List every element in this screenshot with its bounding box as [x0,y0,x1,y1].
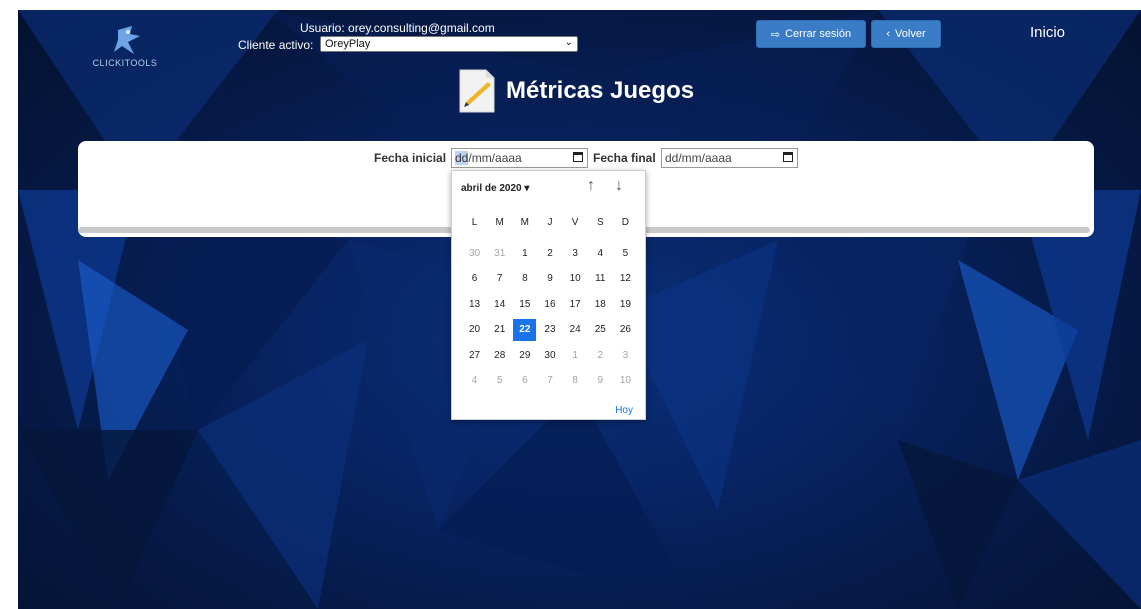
calendar-day[interactable]: 31 [488,243,511,265]
calendar-day[interactable]: 16 [538,294,561,316]
back-button[interactable]: ‹ Volver [871,20,941,48]
weekday-header: LMMJVSD [462,217,638,228]
weekday-label: J [547,217,553,228]
brand-logo: CLICKITOOLS [80,22,170,72]
logout-label: Cerrar sesión [785,28,852,40]
calendar-day[interactable]: 1 [564,345,587,367]
calendar-icon[interactable] [783,152,793,162]
calendar-day[interactable]: 6 [513,370,536,392]
calendar-day[interactable]: 9 [589,370,612,392]
today-button[interactable]: Hoy [615,405,633,416]
back-label: Volver [895,28,926,40]
calendar-day[interactable]: 5 [614,243,637,265]
home-link[interactable]: Inicio [1030,24,1065,41]
calendar-day[interactable]: 10 [614,370,637,392]
client-select[interactable]: OreyPlay ⌄ [320,36,578,52]
calendar-day[interactable]: 24 [564,319,587,341]
calendar-day[interactable]: 14 [488,294,511,316]
calendar-day[interactable]: 5 [488,370,511,392]
calendar-day[interactable]: 10 [564,268,587,290]
calendar-day[interactable]: 19 [614,294,637,316]
page-title: Métricas Juegos [506,77,695,104]
user-email: Usuario: orey.consulting@gmail.com [300,21,495,35]
arrow-down-icon[interactable]: ↓ [615,177,623,195]
calendar-day[interactable]: 2 [538,243,561,265]
calendar-icon[interactable] [573,152,583,162]
calendar-day[interactable]: 8 [564,370,587,392]
logout-button[interactable]: ⇨ Cerrar sesión [756,20,866,48]
logo-text: CLICKITOOLS [92,58,158,68]
calendar-day[interactable]: 17 [564,294,587,316]
chevron-left-icon: ‹ [886,28,891,40]
date-picker-popup: abril de 2020 ▾ ↑ ↓ LMMJVSD 30 31 1 2 3 4 5 6 7 8… [451,170,646,420]
weekday-label: V [571,217,579,228]
calendar-day[interactable]: 8 [513,268,536,290]
page-title-wrap: Métricas Juegos [458,66,694,116]
weekday-label: S [596,217,604,228]
start-date-input[interactable]: dd/mm/aaaa [451,148,588,168]
calendar-day[interactable]: 30 [538,345,561,367]
calendar-day[interactable]: 21 [488,319,511,341]
calendar-day[interactable]: 18 [589,294,612,316]
client-label: Cliente activo: [238,38,314,52]
calendar-day[interactable]: 2 [589,345,612,367]
calendar-day[interactable]: 27 [463,345,486,367]
end-date-input[interactable]: dd/mm/aaaa [661,148,798,168]
start-date-label: Fecha inicial [374,151,447,165]
bird-logo-icon [114,26,140,54]
calendar-day[interactable]: 15 [513,294,536,316]
day-grid: 30 31 1 2 3 4 5 6 7 8 9 10 11 12 13 14 15 16 17 18 19 20 21 22 2… [462,241,638,394]
calendar-day[interactable]: 1 [513,243,536,265]
calendar-day[interactable]: 23 [538,319,561,341]
calendar-day[interactable]: 3 [564,243,587,265]
calendar-day[interactable]: 29 [513,345,536,367]
calendar-day[interactable]: 11 [589,268,612,290]
calendar-day[interactable]: 25 [589,319,612,341]
calendar-day[interactable]: 30 [463,243,486,265]
calendar-day[interactable]: 20 [463,319,486,341]
arrow-up-icon[interactable]: ↑ [587,177,595,195]
app-frame: CLICKITOOLS Usuario: orey.consulting@gma… [18,10,1141,609]
calendar-day[interactable]: 3 [614,345,637,367]
start-date-day-segment[interactable]: dd [455,151,469,165]
chevron-down-icon: ⌄ [564,37,573,48]
weekday-label: M [520,217,530,228]
calendar-day[interactable]: 9 [538,268,561,290]
weekday-label: M [495,217,504,228]
calendar-day[interactable]: 22 [513,319,537,342]
weekday-label: D [621,217,630,228]
calendar-day[interactable]: 12 [614,268,637,290]
calendar-day[interactable]: 6 [463,268,486,290]
client-select-value: OreyPlay [325,38,371,50]
calendar-day[interactable]: 4 [589,243,612,265]
logout-icon: ⇨ [770,28,781,41]
calendar-day[interactable]: 4 [463,370,486,392]
weekday-label: L [471,217,478,228]
calendar-day[interactable]: 13 [463,294,486,316]
calendar-day[interactable]: 26 [614,319,637,341]
end-date-label: Fecha final [593,151,656,165]
month-year-dropdown[interactable]: abril de 2020 ▾ [461,183,529,194]
document-pencil-icon [459,69,495,113]
calendar-day[interactable]: 7 [488,268,511,290]
calendar-day[interactable]: 7 [538,370,561,392]
start-date-rest: /mm/aaaa [468,151,522,165]
calendar-day[interactable]: 28 [488,345,511,367]
end-date-placeholder: dd/mm/aaaa [665,151,732,165]
